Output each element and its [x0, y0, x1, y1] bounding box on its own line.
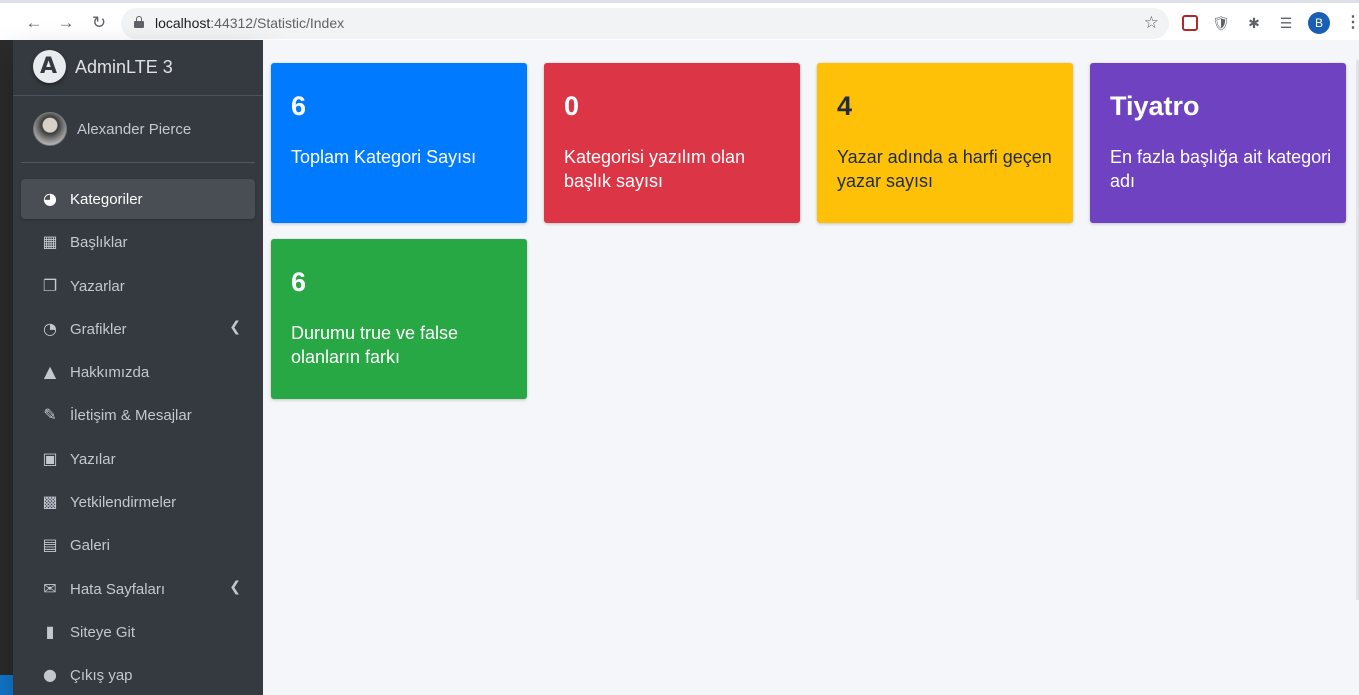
- table-icon: ▣: [42, 448, 58, 468]
- chevron-left-icon: ❮: [229, 578, 241, 595]
- browser-menu-icon[interactable]: ⋮: [1345, 12, 1359, 34]
- stat-value: Tiyatro: [1110, 91, 1200, 121]
- sidebar-item-siteye-git[interactable]: ▮ Siteye Git: [21, 612, 255, 652]
- url-path: :44312/Statistic/Index: [210, 15, 345, 31]
- apple-icon: ●: [43, 665, 57, 685]
- puzzle-extensions-icon[interactable]: ✱: [1245, 14, 1263, 32]
- image-icon: ▤: [42, 535, 58, 555]
- envelope-icon: ✉: [43, 578, 57, 598]
- stat-box-top-category: Tiyatro En fazla başlığa ait kategori ad…: [1090, 63, 1346, 223]
- edit-icon: ✎: [43, 405, 57, 425]
- shield-extension-icon[interactable]: 🛡: [1212, 14, 1230, 32]
- sidebar-item-label: Yetkilendirmeler: [70, 494, 177, 512]
- sidebar-item-cikis-yap[interactable]: ● Çıkış yap: [21, 655, 255, 695]
- sidebar-item-label: İletişim & Mesajlar: [70, 407, 192, 425]
- sidebar-item-yazilar[interactable]: ▣ Yazılar: [21, 439, 255, 479]
- forward-icon[interactable]: →: [55, 12, 77, 34]
- sidebar-item-label: Çıkış yap: [70, 667, 133, 685]
- copy-icon: ❐: [42, 275, 58, 295]
- stat-label: En fazla başlığa ait kategori adı: [1110, 147, 1332, 191]
- book-icon: ▮: [45, 621, 55, 641]
- content-wrapper: 6 Toplam Kategori Sayısı 0 Kategorisi ya…: [263, 40, 1359, 695]
- sidebar-item-hakkimizda[interactable]: ▲ Hakkımızda: [21, 352, 255, 392]
- tachometer-icon: ◕: [43, 189, 57, 208]
- stat-label: Durumu true ve false olanların farkı: [291, 323, 459, 367]
- address-bar[interactable]: localhost:44312/Statistic/Index ☆: [121, 8, 1169, 39]
- stat-value: 0: [564, 91, 580, 121]
- chart-pie-icon: ◔: [43, 318, 57, 338]
- lock-icon: [134, 16, 144, 28]
- main-sidebar: A AdminLTE 3 Alexander Pierce ◕ Kategori…: [13, 40, 263, 695]
- sidebar-item-kategoriler[interactable]: ◕ Kategoriler: [21, 179, 255, 219]
- tree-icon: ▲: [43, 362, 57, 382]
- background-window-strip: [0, 40, 13, 695]
- back-icon[interactable]: ←: [23, 12, 45, 34]
- sidebar-item-hata-sayfalari[interactable]: ✉ Hata Sayfaları ❮: [21, 569, 255, 609]
- sidebar-item-yazarlar[interactable]: ❐ Yazarlar: [21, 266, 255, 306]
- sidebar-item-label: Hakkımızda: [70, 364, 150, 382]
- brand-text: AdminLTE 3: [75, 57, 173, 77]
- calendar-icon: ▩: [42, 492, 58, 512]
- stat-label: Yazar adında a harfi geçen yazar sayısı: [837, 147, 1052, 191]
- sidebar-item-basliklar[interactable]: ▦ Başlıklar: [21, 222, 255, 262]
- stat-box-writer-a-count: 4 Yazar adında a harfi geçen yazar sayıs…: [817, 63, 1073, 223]
- stat-value: 4: [837, 91, 853, 121]
- reload-icon[interactable]: ↻: [88, 12, 110, 34]
- sidebar-item-label: Kategoriler: [70, 191, 143, 208]
- sidebar-item-label: Yazılar: [70, 450, 116, 468]
- url-text: localhost:44312/Statistic/Index: [155, 15, 344, 31]
- profile-avatar[interactable]: B: [1308, 12, 1330, 34]
- user-panel: Alexander Pierce: [21, 96, 255, 163]
- chevron-left-icon: ❮: [229, 318, 241, 335]
- stat-label: Kategorisi yazılım olan başlık sayısı: [564, 147, 746, 191]
- stat-value: 6: [291, 91, 307, 121]
- user-name-link[interactable]: Alexander Pierce: [77, 121, 191, 138]
- sidebar-nav: ◕ Kategoriler ▦ Başlıklar ❐ Yazarlar ◔ G…: [21, 179, 255, 695]
- user-avatar[interactable]: [33, 112, 67, 146]
- media-control-icon[interactable]: ☰: [1277, 14, 1295, 32]
- pocket-extension-icon[interactable]: [1182, 15, 1198, 31]
- sidebar-item-label: Galeri: [70, 537, 111, 555]
- browser-toolbar: ← → ↻ localhost:44312/Statistic/Index ☆ …: [0, 0, 1359, 40]
- sidebar-item-label: Başlıklar: [70, 234, 128, 252]
- stat-box-status-difference: 6 Durumu true ve false olanların farkı: [271, 239, 527, 399]
- th-grid-icon: ▦: [42, 232, 58, 252]
- stat-value: 6: [291, 267, 307, 297]
- url-host: localhost: [155, 15, 211, 31]
- stat-label: Toplam Kategori Sayısı: [291, 147, 477, 167]
- sidebar-item-label: Hata Sayfaları: [70, 580, 166, 598]
- sidebar-item-iletisim[interactable]: ✎ İletişim & Mesajlar: [21, 395, 255, 435]
- sidebar-item-grafikler[interactable]: ◔ Grafikler ❮: [21, 309, 255, 349]
- stat-box-category-count: 6 Toplam Kategori Sayısı: [271, 63, 527, 223]
- sidebar-item-label: Yazarlar: [70, 277, 125, 295]
- sidebar-item-label: Grafikler: [70, 320, 127, 338]
- sidebar-item-galeri[interactable]: ▤ Galeri: [21, 525, 255, 565]
- sidebar-item-label: Siteye Git: [70, 623, 136, 641]
- brand-logo-icon: A: [33, 50, 66, 83]
- sidebar-item-yetkilendirmeler[interactable]: ▩ Yetkilendirmeler: [21, 482, 255, 522]
- stat-box-software-title-count: 0 Kategorisi yazılım olan başlık sayısı: [544, 63, 800, 223]
- brand-link[interactable]: A AdminLTE 3: [13, 40, 263, 96]
- bookmark-star-icon[interactable]: ☆: [1144, 13, 1159, 33]
